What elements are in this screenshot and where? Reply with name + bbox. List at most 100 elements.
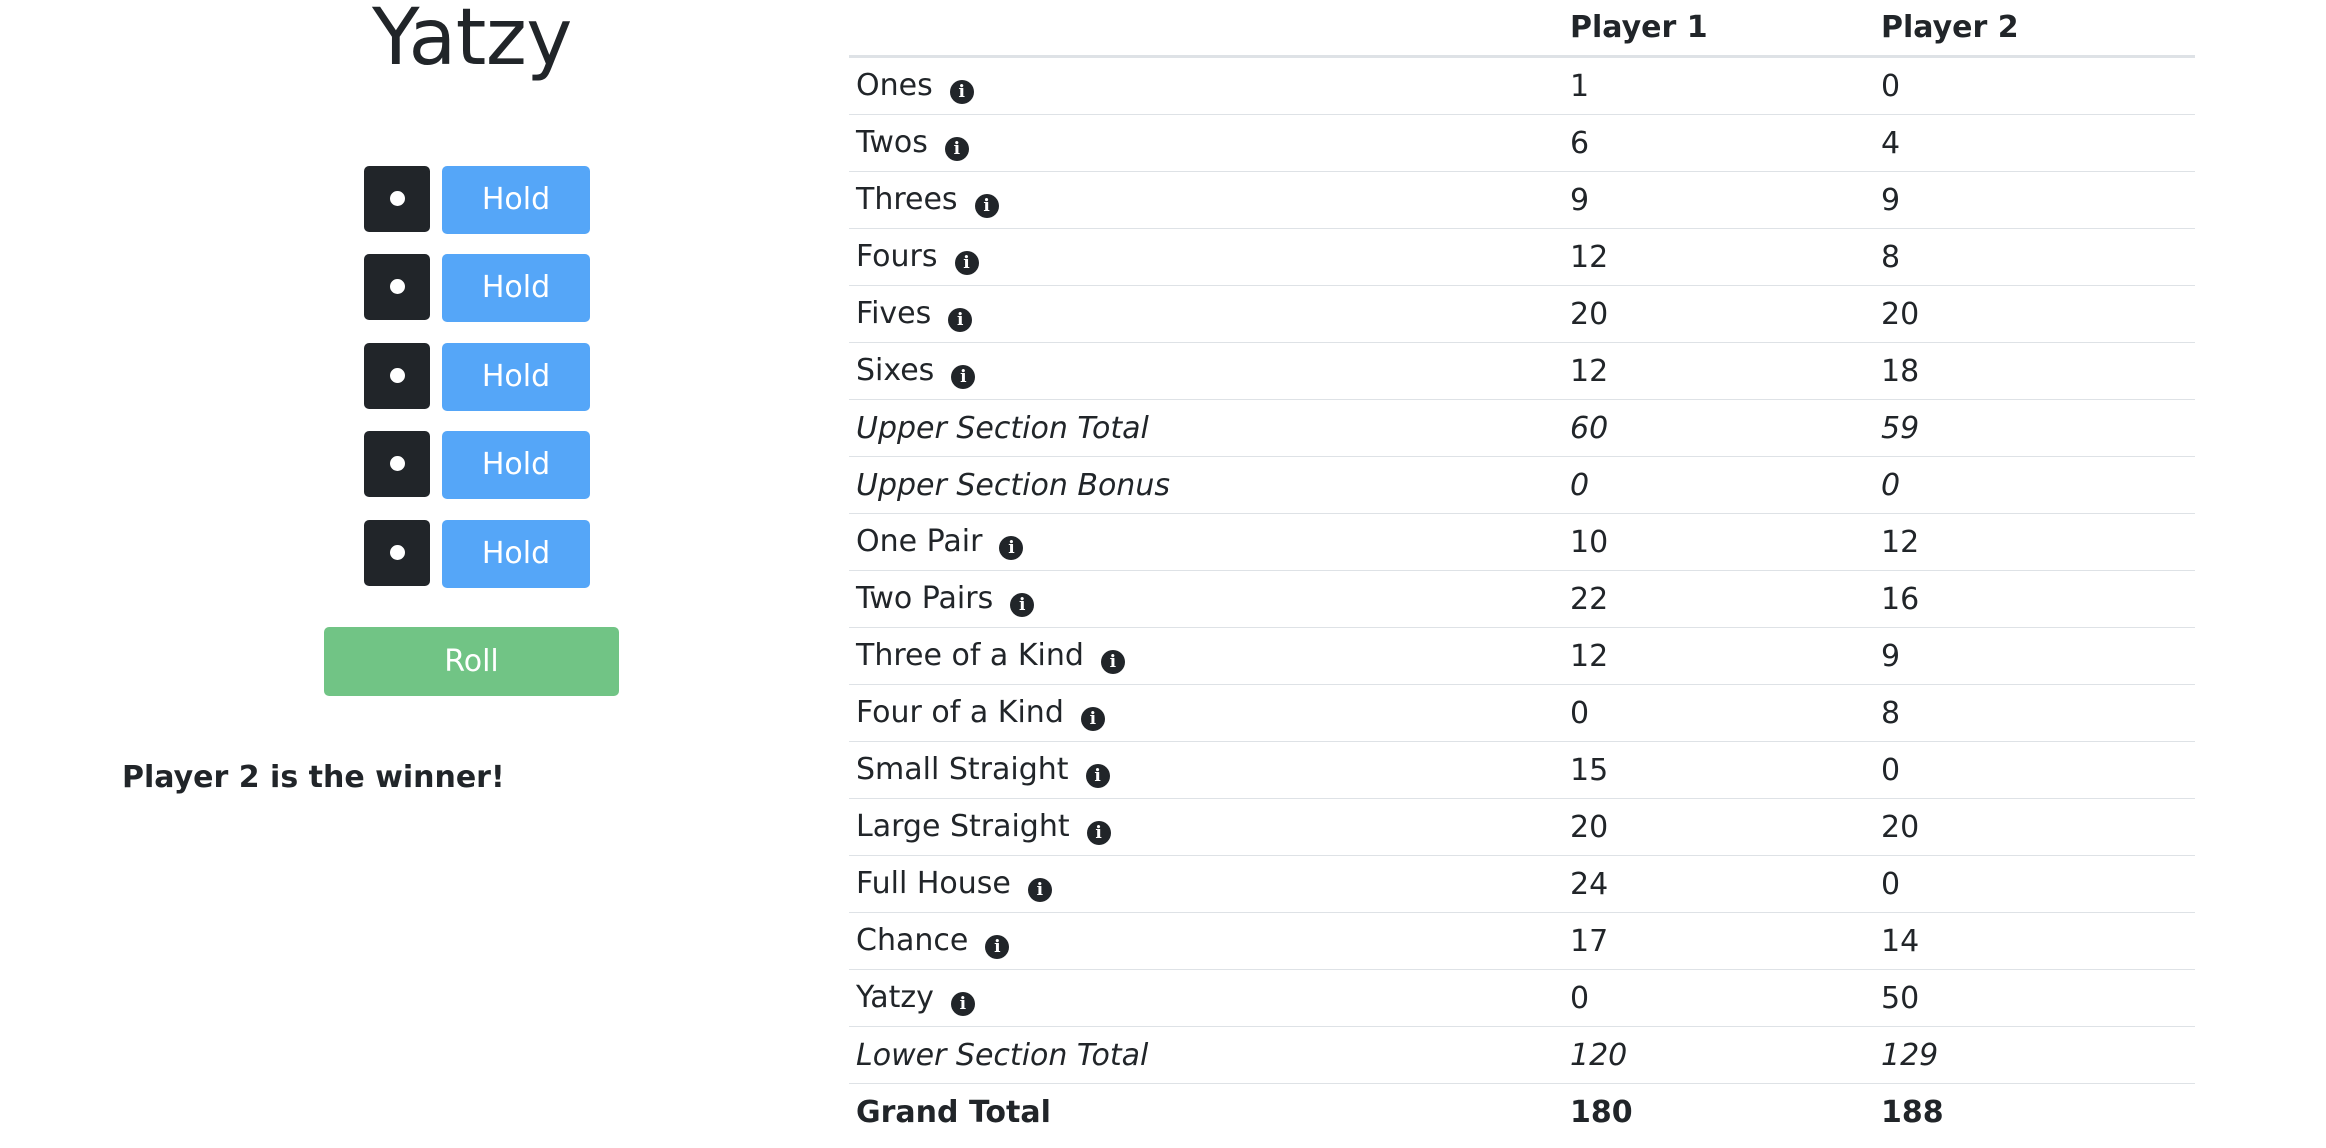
score-row-yatzy: Yatzy i 0 50 <box>849 969 2195 1027</box>
info-icon[interactable]: i <box>944 137 969 161</box>
player-1-score: 0 <box>1563 969 1874 1027</box>
category-label: Twos <box>856 125 928 160</box>
roll-button[interactable]: Roll <box>324 627 619 696</box>
die <box>364 166 430 232</box>
player-2-score: 59 <box>1874 399 2195 457</box>
category-label: Two Pairs <box>856 581 994 616</box>
info-icon[interactable]: i <box>949 80 974 104</box>
category-label: Grand Total <box>849 1083 1563 1140</box>
info-icon[interactable]: i <box>1086 821 1111 845</box>
player-1-score: 12 <box>1563 342 1874 400</box>
info-icon[interactable]: i <box>950 992 975 1016</box>
score-row-upper-total: Upper Section Total 60 59 <box>849 399 2195 457</box>
player-1-score: 6 <box>1563 114 1874 172</box>
player-2-score: 9 <box>1874 627 2195 685</box>
category-cell: Fours i <box>849 228 1563 286</box>
category-label: Chance <box>856 923 969 958</box>
player-1-score: 10 <box>1563 513 1874 571</box>
player-1-score: 20 <box>1563 285 1874 343</box>
category-cell: Sixes i <box>849 342 1563 400</box>
category-cell: Large Straight i <box>849 798 1563 856</box>
score-row-lower-total: Lower Section Total 120 129 <box>849 1026 2195 1084</box>
score-row-small-straight: Small Straight i 15 0 <box>849 741 2195 799</box>
player-2-score: 14 <box>1874 912 2195 970</box>
page-title: Yatzy <box>372 0 572 83</box>
score-row-upper-bonus: Upper Section Bonus 0 0 <box>849 456 2195 514</box>
player-1-score: 180 <box>1563 1083 1874 1140</box>
die-pip <box>390 191 405 206</box>
player-2-score: 12 <box>1874 513 2195 571</box>
player-1-score: 60 <box>1563 399 1874 457</box>
category-cell: Ones i <box>849 56 1563 115</box>
hold-button[interactable]: Hold <box>442 166 590 234</box>
player-2-column-header: Player 2 <box>1874 0 2195 58</box>
info-icon[interactable]: i <box>1085 764 1110 788</box>
category-cell: Twos i <box>849 114 1563 172</box>
die <box>364 520 430 586</box>
score-row-four-of-a-kind: Four of a Kind i 0 8 <box>849 684 2195 742</box>
score-row-fives: Fives i 20 20 <box>849 285 2195 343</box>
die-pip <box>390 279 405 294</box>
player-1-score: 12 <box>1563 627 1874 685</box>
die <box>364 431 430 497</box>
player-2-score: 4 <box>1874 114 2195 172</box>
info-icon[interactable]: i <box>951 365 976 389</box>
info-icon[interactable]: i <box>985 935 1010 959</box>
category-label: Fives <box>856 296 932 331</box>
score-row-grand-total: Grand Total 180 188 <box>849 1083 2195 1140</box>
score-row-sixes: Sixes i 12 18 <box>849 342 2195 400</box>
category-label: Full House <box>856 866 1011 901</box>
player-1-score: 120 <box>1563 1026 1874 1084</box>
category-label: One Pair <box>856 524 983 559</box>
hold-button[interactable]: Hold <box>442 254 590 322</box>
player-2-score: 9 <box>1874 171 2195 229</box>
category-label: Upper Section Total <box>849 399 1563 457</box>
player-2-score: 0 <box>1874 741 2195 799</box>
category-column-header <box>849 0 1563 58</box>
category-label: Sixes <box>856 353 935 388</box>
category-cell: Two Pairs i <box>849 570 1563 628</box>
category-cell: Four of a Kind i <box>849 684 1563 742</box>
hold-button[interactable]: Hold <box>442 520 590 588</box>
player-2-score: 16 <box>1874 570 2195 628</box>
player-1-score: 15 <box>1563 741 1874 799</box>
hold-button[interactable]: Hold <box>442 343 590 411</box>
score-row-three-of-a-kind: Three of a Kind i 12 9 <box>849 627 2195 685</box>
player-1-column-header: Player 1 <box>1563 0 1874 58</box>
category-label: Small Straight <box>856 752 1069 787</box>
score-row-two-pairs: Two Pairs i 22 16 <box>849 570 2195 628</box>
score-row-fours: Fours i 12 8 <box>849 228 2195 286</box>
info-icon[interactable]: i <box>1010 593 1035 617</box>
player-1-score: 0 <box>1563 456 1874 514</box>
game-panel: Yatzy Hold Hold Hold Hold Hold Roll Play… <box>0 0 800 1148</box>
category-cell: Three of a Kind i <box>849 627 1563 685</box>
category-label: Fours <box>856 239 938 274</box>
score-row-chance: Chance i 17 14 <box>849 912 2195 970</box>
hold-button[interactable]: Hold <box>442 431 590 499</box>
category-label: Large Straight <box>856 809 1070 844</box>
category-cell: Fives i <box>849 285 1563 343</box>
player-1-score: 12 <box>1563 228 1874 286</box>
die <box>364 343 430 409</box>
player-2-score: 8 <box>1874 684 2195 742</box>
scorecard-table: Player 1 Player 2 Ones i 1 0 Twos i 6 4 Th… <box>849 0 2195 1140</box>
info-icon[interactable]: i <box>999 536 1024 560</box>
info-icon[interactable]: i <box>974 194 999 218</box>
info-icon[interactable]: i <box>1080 707 1105 731</box>
category-cell: Threes i <box>849 171 1563 229</box>
player-2-score: 129 <box>1874 1026 2195 1084</box>
player-2-score: 0 <box>1874 855 2195 913</box>
player-2-score: 20 <box>1874 798 2195 856</box>
player-1-score: 9 <box>1563 171 1874 229</box>
info-icon[interactable]: i <box>1100 650 1125 674</box>
info-icon[interactable]: i <box>954 251 979 275</box>
info-icon[interactable]: i <box>1027 878 1052 902</box>
player-1-score: 0 <box>1563 684 1874 742</box>
category-label: Four of a Kind <box>856 695 1064 730</box>
scorecard-header-row: Player 1 Player 2 <box>849 0 2195 58</box>
player-2-score: 8 <box>1874 228 2195 286</box>
die-pip <box>390 545 405 560</box>
info-icon[interactable]: i <box>948 308 973 332</box>
category-label: Ones <box>856 68 933 103</box>
die-pip <box>390 456 405 471</box>
